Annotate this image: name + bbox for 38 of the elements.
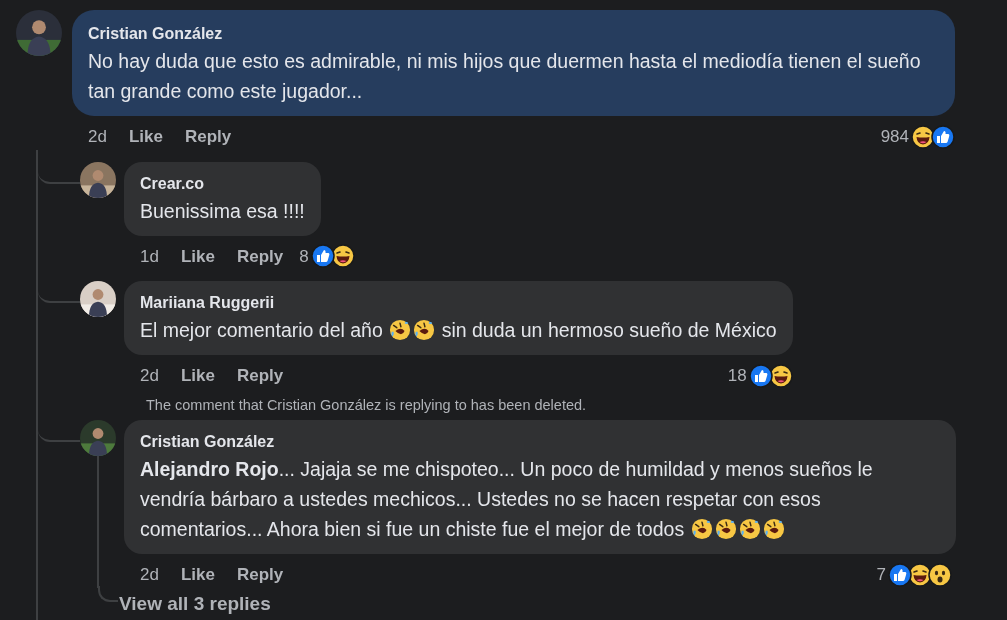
rolling-laughing-emoji-icon <box>690 518 713 541</box>
reaction-count: 8 <box>299 245 309 268</box>
laughing-face-icon <box>911 124 935 149</box>
like-link[interactable]: Like <box>180 363 215 389</box>
rolling-laughing-emoji-icon <box>389 319 412 341</box>
thumbs-up-icon <box>931 124 955 149</box>
thumbs-up-icon <box>888 563 912 587</box>
reply-text: Buenissima esa !!!! <box>140 198 305 224</box>
reply-link[interactable]: Reply <box>184 124 232 150</box>
author-name[interactable]: Cristian González <box>140 430 940 455</box>
like-link[interactable]: Like <box>180 562 215 588</box>
reply-link[interactable]: Reply <box>236 243 284 269</box>
author-name[interactable]: Crear.co <box>140 171 305 196</box>
thumbs-up-icon <box>748 363 773 388</box>
like-link[interactable]: Like <box>180 243 215 269</box>
author-name[interactable]: Mariiana Ruggerii <box>140 291 777 315</box>
rolling-laughing-emoji-icon <box>738 518 761 541</box>
reaction-count: 984 <box>880 126 909 148</box>
view-replies-link[interactable]: View all 3 replies <box>119 589 271 619</box>
reply-text: El mejor comentario del año sin duda un hermoso sueño de México <box>140 318 777 343</box>
reply-link[interactable]: Reply <box>236 562 284 588</box>
rolling-laughing-emoji-icon <box>762 518 785 541</box>
comment-text: No hay duda que esto es admirable, ni mis hijos que duermen hasta el mediodía tienen el sueño tan grande como este jugador... <box>88 49 922 104</box>
author-name[interactable]: Cristian González <box>88 22 939 46</box>
reaction-count: 7 <box>876 564 886 587</box>
comment-time: 1d <box>140 245 159 268</box>
like-link[interactable]: Like <box>128 124 163 150</box>
deleted-notice: The comment that Cristian González is replying to has been deleted. <box>146 395 588 415</box>
comment-time: 2d <box>140 365 159 387</box>
thumbs-up-icon <box>310 244 335 269</box>
comment-time: 2d <box>88 126 107 148</box>
rolling-laughing-emoji-icon <box>413 319 436 341</box>
comment-time: 2d <box>140 564 159 587</box>
surprised-face-icon <box>928 563 952 587</box>
reply-link[interactable]: Reply <box>236 363 284 389</box>
reaction-count: 18 <box>727 365 747 387</box>
reply-text: Alejandro Rojo... Jajaja se me chispoteo... Un poco de humildad y menos sueños le vendría bárbaro a ustedes mechicos... Ustedes no se hacen respetar con esos comentarios... Ahora bien si fue un chiste fue el mejor de todos <box>140 457 874 543</box>
rolling-laughing-emoji-icon <box>714 518 737 541</box>
